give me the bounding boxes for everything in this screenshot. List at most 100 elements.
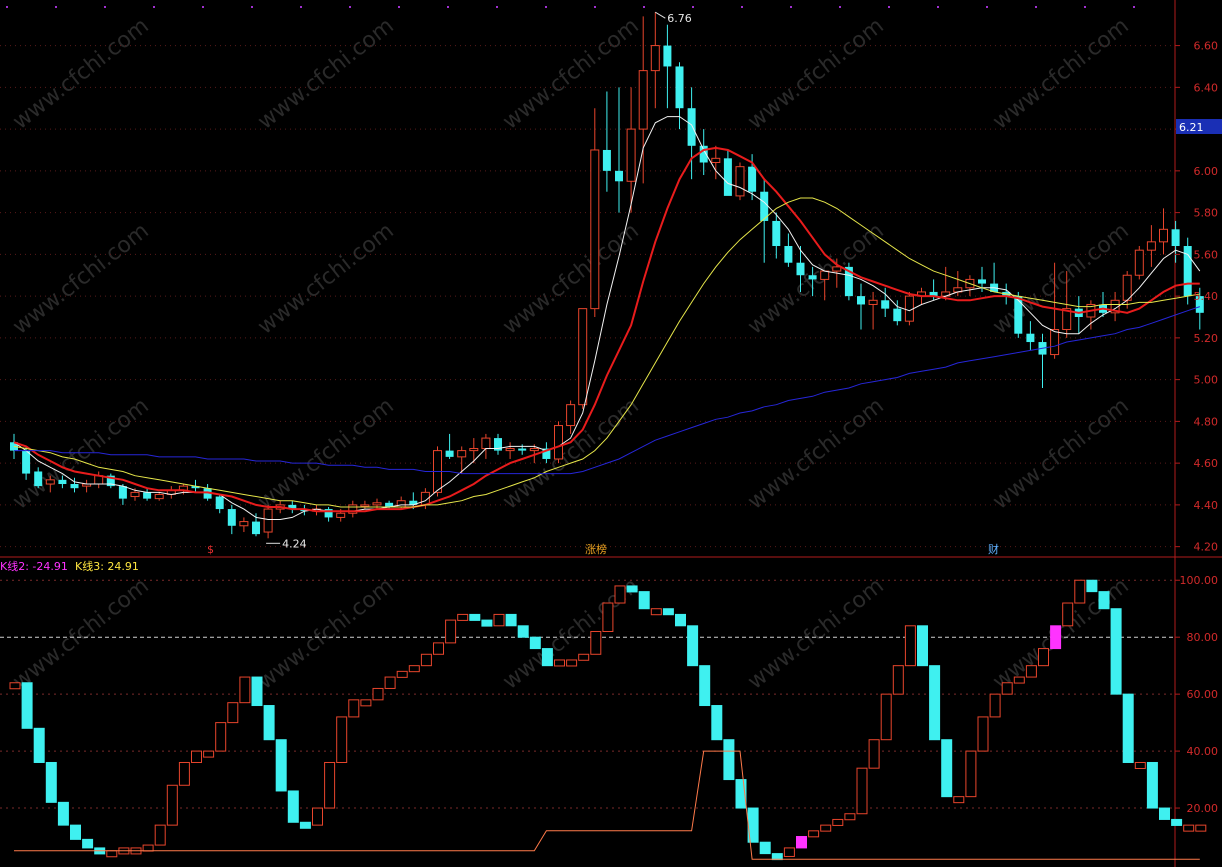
- candle-body-down: [857, 296, 865, 305]
- indicator-bar-up: [977, 716, 989, 752]
- candle-body-down: [978, 279, 986, 284]
- indicator-bar-up: [348, 699, 360, 718]
- indicator-bar-up: [191, 750, 202, 763]
- candle-body-up: [566, 404, 576, 427]
- candle-body-up: [529, 448, 539, 452]
- price-tick-label: 4.20: [1194, 541, 1219, 554]
- indicator-bar-up: [1001, 682, 1013, 695]
- candle-body-up: [820, 270, 830, 280]
- indicator-bar-up: [1183, 824, 1195, 832]
- candle-body-up: [832, 266, 842, 272]
- high-price-label: 6.76: [667, 12, 692, 25]
- candle-body-down: [808, 275, 817, 280]
- candle-body-up: [45, 479, 55, 485]
- price-tick-label: 4.60: [1194, 457, 1219, 470]
- candle-body-up: [590, 149, 600, 310]
- top-dot: [937, 6, 939, 8]
- indicator-bar-down: [1098, 591, 1110, 610]
- indicator-bar-down: [275, 739, 287, 792]
- candle-body-down: [58, 479, 67, 485]
- indicator-bar-up: [1062, 602, 1074, 627]
- indicator-bar-down: [505, 613, 517, 627]
- indicator-bar-up: [868, 739, 880, 769]
- indicator-bar-down: [469, 613, 481, 621]
- price-tick-label: 6.00: [1194, 165, 1219, 178]
- indicator-bar-up: [614, 585, 626, 604]
- candle-body-up: [868, 299, 878, 305]
- indicator-bar-up: [178, 761, 190, 786]
- indicator-bar-down: [662, 608, 674, 616]
- indicator-bar-down: [1086, 579, 1098, 593]
- indicator-bar-up: [1134, 761, 1146, 769]
- top-dot: [1133, 6, 1135, 8]
- indicator-bar-up: [106, 850, 118, 858]
- indicator-bar-up: [1050, 625, 1062, 650]
- indicator-bar-down: [917, 625, 928, 667]
- top-dot: [153, 6, 155, 8]
- indicator-bar-down: [723, 739, 735, 781]
- indicator-bar-up: [312, 807, 323, 826]
- candle-body-up: [554, 425, 563, 460]
- indicator-bar-down: [481, 619, 493, 627]
- candle-body-up: [1122, 274, 1132, 301]
- candle-body-up: [481, 437, 491, 450]
- indicator-bar-up: [1025, 665, 1037, 678]
- top-dot: [643, 6, 645, 8]
- indicator-bar-up: [360, 699, 372, 707]
- event-marker-dollar[interactable]: $: [207, 543, 214, 556]
- indicator-bar-up: [227, 702, 239, 724]
- indicator-bar-down: [33, 727, 45, 763]
- top-dot: [447, 6, 449, 8]
- top-dot: [888, 6, 890, 8]
- indicator-bar-down: [517, 625, 529, 638]
- event-marker-zhangbang[interactable]: 涨榜: [585, 542, 607, 556]
- candle-body-down: [615, 170, 623, 182]
- indicator-bar-down: [529, 636, 541, 650]
- top-dot: [349, 6, 351, 8]
- candle-body-down: [70, 484, 79, 489]
- indicator-bar-up: [904, 625, 916, 667]
- top-dot: [1035, 6, 1037, 8]
- indicator-bar-up: [844, 813, 856, 821]
- indicator-bar-up: [820, 824, 832, 832]
- candle-body-down: [1026, 333, 1035, 343]
- top-dot: [741, 6, 743, 8]
- top-dot: [692, 6, 694, 8]
- indicator-tick-label: 60.00: [1187, 688, 1219, 701]
- candle-body-down: [687, 108, 696, 146]
- indicator-bar-up: [783, 847, 795, 857]
- indicator-bar-down: [263, 705, 275, 741]
- top-dot: [545, 6, 547, 8]
- indicator-bar-down: [45, 761, 57, 803]
- indicator-bar-down: [299, 821, 311, 829]
- candle-body-down: [445, 450, 454, 457]
- candle-body-up: [1050, 329, 1060, 356]
- indicator-bar-up: [408, 665, 420, 673]
- indicator-bar-up: [602, 602, 614, 632]
- indicator-bar-down: [941, 739, 953, 798]
- indicator-bar-down: [699, 665, 711, 707]
- indicator-bar-up: [203, 750, 215, 758]
- candle-body-down: [723, 158, 732, 196]
- candle-body-up: [711, 157, 721, 163]
- indicator-tick-label: 80.00: [1187, 631, 1219, 644]
- candle-body-down: [772, 220, 781, 247]
- indicator-bar-up: [154, 824, 166, 846]
- event-marker-cai[interactable]: 财: [988, 542, 999, 556]
- top-dot: [1084, 6, 1086, 8]
- candle-body-down: [1171, 229, 1180, 247]
- candle-body-down: [893, 308, 902, 322]
- candle-body-up: [638, 70, 648, 130]
- candle-body-up: [336, 512, 346, 518]
- candle-body-down: [1014, 296, 1023, 334]
- indicator-bar-up: [1013, 676, 1025, 684]
- candle-body-up: [154, 493, 164, 500]
- indicator-bar-down: [711, 705, 723, 741]
- candle-body-down: [675, 66, 684, 109]
- indicator-bar-up: [9, 682, 21, 690]
- candle-body-down: [143, 492, 152, 499]
- candle-body-up: [1134, 249, 1144, 276]
- indicator-bar-down: [638, 591, 650, 610]
- candle-body-up: [1159, 228, 1168, 243]
- indicator-bar-down: [929, 665, 941, 741]
